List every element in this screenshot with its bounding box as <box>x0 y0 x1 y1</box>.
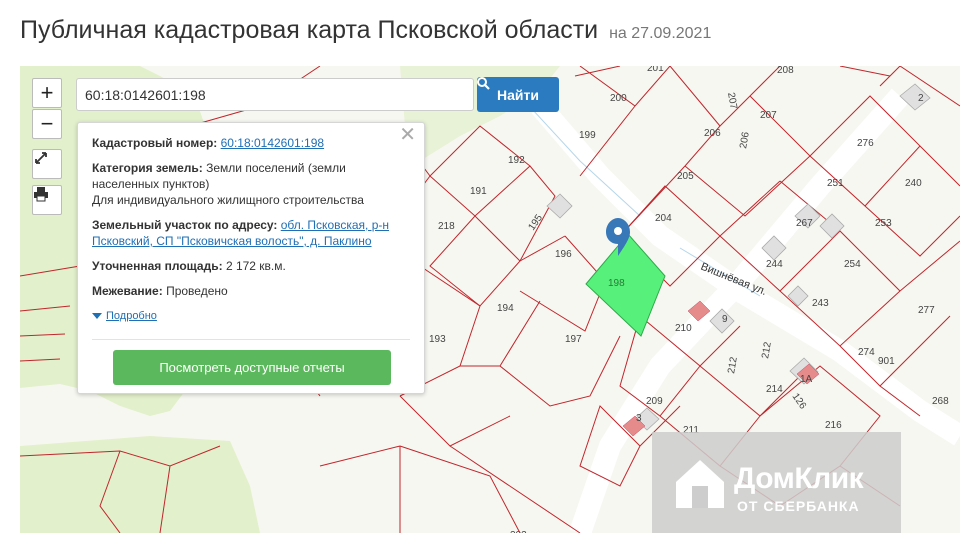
cadastral-number-row: Кадастровый номер: 60:18:0142601:198 <box>92 135 410 151</box>
svg-text:205: 205 <box>677 171 694 182</box>
close-icon[interactable]: ✕ <box>399 125 416 145</box>
svg-text:2: 2 <box>918 93 924 104</box>
svg-text:274: 274 <box>858 347 875 358</box>
search-icon <box>477 77 490 90</box>
house-logo-icon <box>676 460 724 508</box>
svg-text:208: 208 <box>777 66 794 76</box>
domclick-watermark: ДомКлик ОТ СБЕРБАНКА <box>652 432 901 533</box>
land-category-value-2: населенных пунктов) <box>92 177 210 191</box>
watermark-title: ДомКлик <box>734 462 864 495</box>
svg-text:254: 254 <box>844 259 861 270</box>
print-button[interactable] <box>32 185 62 215</box>
svg-text:243: 243 <box>812 298 829 309</box>
cadastral-number-label: Кадастровый номер: <box>92 136 218 150</box>
svg-text:276: 276 <box>857 138 874 149</box>
svg-text:207: 207 <box>725 92 739 111</box>
land-category-row: Категория земель: Земли поселений (земли… <box>92 160 410 208</box>
area-value: 2 172 кв.м. <box>225 259 286 273</box>
svg-text:197: 197 <box>565 334 582 345</box>
svg-text:206: 206 <box>738 131 752 150</box>
details-toggle[interactable]: Подробно <box>92 308 410 324</box>
svg-text:212: 212 <box>760 341 774 360</box>
svg-text:901: 901 <box>878 356 895 367</box>
survey-row: Межевание: Проведено <box>92 283 410 299</box>
cadastral-map[interactable]: 201 208 200 207 207 199 206 206 192 2 276 191 … <box>20 66 960 533</box>
fullscreen-button[interactable] <box>32 149 62 179</box>
svg-text:201: 201 <box>647 66 664 74</box>
address-row: Земельный участок по адресу: обл. Псковс… <box>92 217 410 249</box>
svg-text:267: 267 <box>796 218 813 229</box>
svg-text:214: 214 <box>766 384 783 395</box>
svg-text:209: 209 <box>646 396 663 407</box>
watermark-subtitle: ОТ СБЕРБАНКА <box>737 498 860 514</box>
area-label: Уточненная площадь: <box>92 259 223 273</box>
svg-text:277: 277 <box>918 305 935 316</box>
page-date: на 27.09.2021 <box>609 25 712 42</box>
zoom-in-button[interactable]: + <box>32 78 62 108</box>
svg-text:126: 126 <box>790 391 809 411</box>
zoom-out-button[interactable]: − <box>32 109 62 139</box>
svg-text:253: 253 <box>875 218 892 229</box>
page-title-text: Публичная кадастровая карта Псковской об… <box>20 16 599 44</box>
svg-text:192: 192 <box>508 155 525 166</box>
svg-text:200: 200 <box>610 93 627 104</box>
svg-text:194: 194 <box>497 303 514 314</box>
land-category-label: Категория земель: <box>92 161 203 175</box>
selected-parcel[interactable] <box>585 233 666 337</box>
find-button[interactable]: Найти <box>477 77 559 112</box>
svg-text:218: 218 <box>438 221 455 232</box>
svg-text:251: 251 <box>827 178 844 189</box>
parcel-info-popup: ✕ Кадастровый номер: 60:18:0142601:198 К… <box>77 122 425 394</box>
svg-text:210: 210 <box>675 323 692 334</box>
svg-text:206: 206 <box>704 128 721 139</box>
svg-text:207: 207 <box>760 110 777 121</box>
cadastral-search-input[interactable] <box>76 78 474 111</box>
svg-text:195: 195 <box>526 212 545 232</box>
svg-text:268: 268 <box>932 396 949 407</box>
svg-text:199: 199 <box>579 130 596 141</box>
details-toggle-label: Подробно <box>106 310 157 322</box>
address-label: Земельный участок по адресу: <box>92 218 278 232</box>
printer-icon <box>34 187 48 202</box>
area-row: Уточненная площадь: 2 172 кв.м. <box>92 258 410 274</box>
cadastral-number-link[interactable]: 60:18:0142601:198 <box>221 136 324 150</box>
address-link[interactable]: обл. Псковская, р-н <box>281 218 389 232</box>
land-use-value: Для индивидуального жилищного строительс… <box>92 193 364 207</box>
svg-text:198: 198 <box>608 278 625 289</box>
address-link-2[interactable]: Псковский, СП "Пскoвичская волость", д. … <box>92 234 372 248</box>
svg-text:191: 191 <box>470 186 487 197</box>
expand-icon <box>35 152 47 164</box>
svg-text:240: 240 <box>905 178 922 189</box>
forest-area <box>20 436 260 533</box>
view-reports-button[interactable]: Посмотреть доступные отчеты <box>113 350 391 385</box>
land-category-value: Земли поселений (земли <box>206 161 346 175</box>
svg-text:193: 193 <box>429 334 446 345</box>
svg-text:212: 212 <box>726 356 740 375</box>
svg-text:244: 244 <box>766 259 783 270</box>
page-title: Публичная кадастровая карта Псковской об… <box>20 16 711 45</box>
survey-label: Межевание: <box>92 284 163 298</box>
survey-value: Проведено <box>166 284 228 298</box>
svg-text:204: 204 <box>655 213 672 224</box>
divider <box>92 339 410 340</box>
svg-text:216: 216 <box>825 420 842 431</box>
svg-text:3: 3 <box>636 413 642 424</box>
svg-text:9: 9 <box>722 314 728 325</box>
svg-text:1А: 1А <box>800 374 813 385</box>
svg-text:196: 196 <box>555 249 572 260</box>
find-button-label: Найти <box>497 86 539 103</box>
chevron-down-icon <box>92 313 102 319</box>
